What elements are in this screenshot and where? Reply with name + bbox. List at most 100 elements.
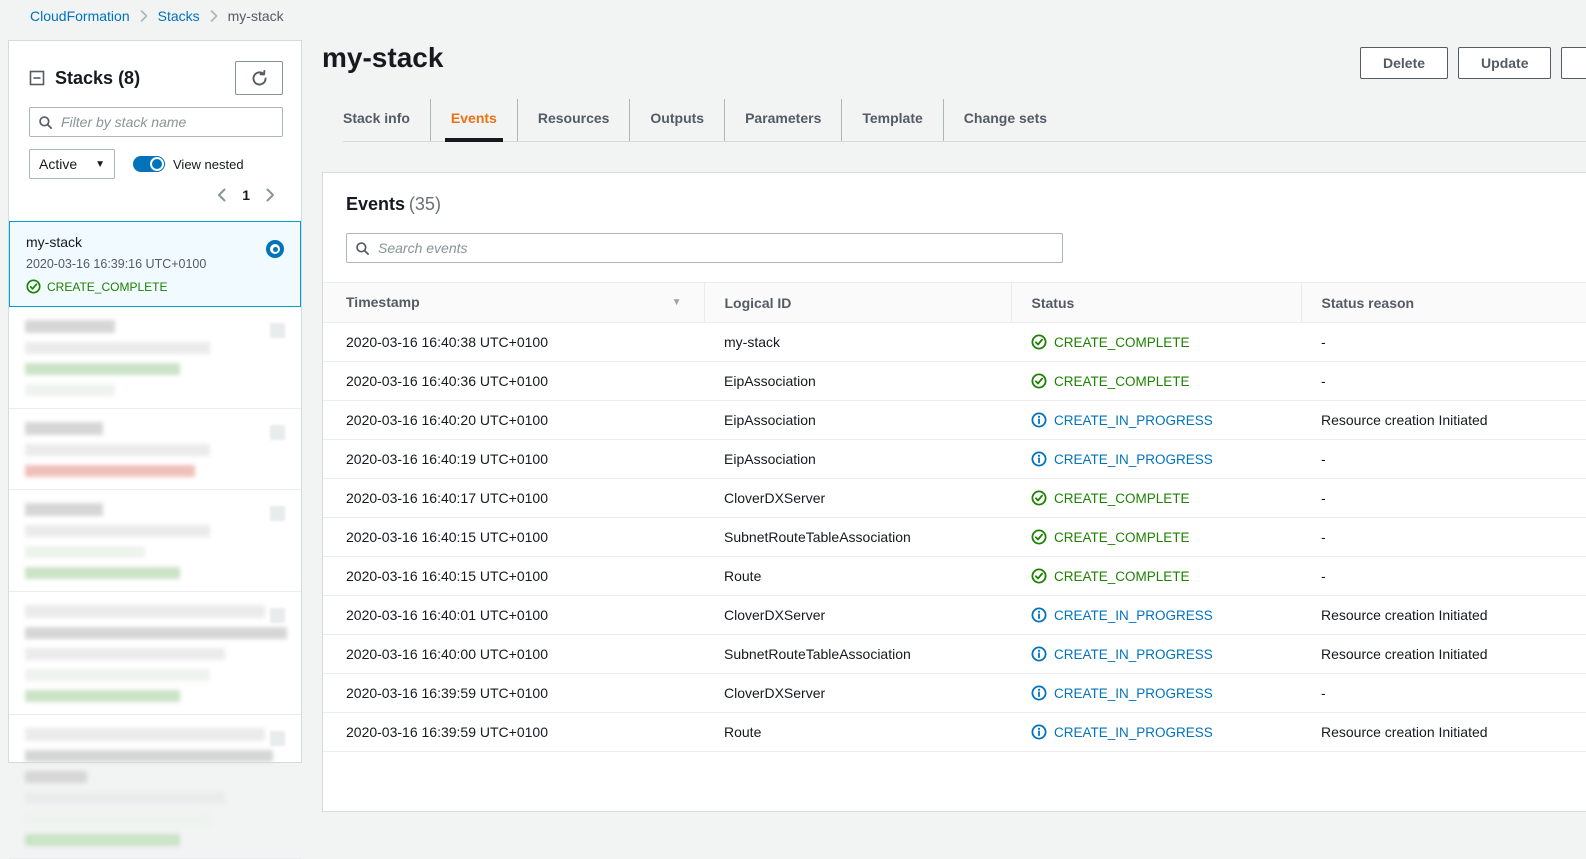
redacted-text-bar [25,690,180,702]
stacks-sidebar: Stacks (8) Active ▼ View nested 1 my-st [8,40,302,859]
stack-list-item-redacted[interactable] [9,409,301,490]
stack-list-item-my-stack[interactable]: my-stack 2020-03-16 16:39:16 UTC+0100 CR… [9,221,301,307]
page-title: my-stack [322,42,444,73]
redacted-text-bar [25,444,210,456]
toggle-knob [150,157,164,171]
redacted-stack-list [9,307,301,859]
event-status: CREATE_COMPLETE [1011,322,1301,362]
redacted-text-bar [25,422,103,435]
selected-radio[interactable] [266,240,284,258]
breadcrumb-item-cloudformation[interactable]: CloudFormation [30,8,130,24]
event-status-reason: - [1301,322,1586,362]
breadcrumb-item-stacks[interactable]: Stacks [158,8,200,24]
info-circle-icon [1031,685,1047,701]
redacted-text-bar [25,605,265,618]
page-number[interactable]: 1 [242,187,250,203]
delete-button[interactable]: Delete [1360,47,1449,79]
event-status-reason: - [1301,361,1586,401]
redacted-text-bar [25,567,180,579]
event-timestamp: 2020-03-16 16:40:36 UTC+0100 [323,361,704,401]
view-nested-toggle[interactable] [133,156,165,172]
redacted-text-bar [25,465,195,477]
collapse-icon[interactable] [29,70,45,86]
redacted-text-bar [25,525,210,537]
events-table-header-row: Timestamp ▼ Logical ID Status Status reason [323,282,1586,323]
stack-list-item-redacted[interactable] [9,715,301,859]
event-status-label: CREATE_IN_PROGRESS [1054,724,1213,740]
event-status-label: CREATE_IN_PROGRESS [1054,685,1213,701]
event-status-reason: - [1301,439,1586,479]
stack-filter-field [29,107,283,137]
event-timestamp: 2020-03-16 16:40:15 UTC+0100 [323,517,704,557]
stack-created-timestamp: 2020-03-16 16:39:16 UTC+0100 [26,257,207,271]
info-circle-icon [1031,646,1047,662]
event-status: CREATE_COMPLETE [1011,556,1301,596]
stack-filter-input[interactable] [61,114,274,130]
redacted-text-bar [25,669,210,681]
redacted-text-bar [25,648,225,660]
redacted-text-bar [25,813,210,825]
sort-descending-icon[interactable]: ▼ [672,294,682,312]
info-circle-icon [1031,412,1047,428]
next-page-icon[interactable] [266,188,275,202]
unselected-radio[interactable] [270,506,285,521]
update-button[interactable]: Update [1458,47,1552,79]
event-row: 2020-03-16 16:40:36 UTC+0100 EipAssociati… [323,361,1586,401]
tab-template[interactable]: Template [841,99,942,141]
stack-status: CREATE_COMPLETE [26,279,284,294]
sidebar-pagination: 1 [9,179,301,205]
event-timestamp: 2020-03-16 16:40:01 UTC+0100 [323,595,704,635]
breadcrumb: CloudFormation Stacks my-stack [30,8,284,24]
column-header-logical-id[interactable]: Logical ID [703,282,1011,323]
check-circle-icon [1031,334,1047,350]
event-status-label: CREATE_IN_PROGRESS [1054,607,1213,623]
event-row: 2020-03-16 16:40:38 UTC+0100 my-stack CREA… [323,322,1586,362]
unselected-radio[interactable] [270,323,285,338]
tab-stack-info[interactable]: Stack info [343,99,430,141]
unselected-radio[interactable] [270,425,285,440]
redacted-text-bar [25,834,180,846]
redacted-text-bar [25,771,87,783]
events-title: Events [346,194,406,214]
event-status-reason: - [1301,517,1586,557]
event-status-label: CREATE_IN_PROGRESS [1054,451,1213,467]
stack-list-item-redacted[interactable] [9,307,301,409]
event-logical-id: my-stack [704,322,1011,362]
stack-list-item-redacted[interactable] [9,592,301,715]
event-logical-id: CloverDXServer [704,673,1011,713]
event-timestamp: 2020-03-16 16:39:59 UTC+0100 [323,673,704,713]
stack-status-select[interactable]: Active ▼ [29,149,115,179]
refresh-button[interactable] [235,61,283,95]
refresh-icon [251,69,268,87]
event-timestamp: 2020-03-16 16:40:00 UTC+0100 [323,634,704,674]
unselected-radio[interactable] [270,608,285,623]
redacted-text-bar [25,342,210,354]
events-search-input[interactable] [378,240,1054,256]
event-status-label: CREATE_COMPLETE [1054,334,1190,350]
column-header-status-reason[interactable]: Status reason [1300,282,1586,323]
sidebar-title: Stacks (8) [55,67,141,88]
tab-parameters[interactable]: Parameters [724,99,841,141]
event-status: CREATE_IN_PROGRESS [1011,634,1301,674]
event-status-reason: Resource creation Initiated [1301,400,1586,440]
events-table: Timestamp ▼ Logical ID Status Status reason … [323,282,1586,752]
event-status: CREATE_IN_PROGRESS [1011,673,1301,713]
cut-off-button[interactable] [1561,47,1586,79]
redacted-text-bar [25,750,273,762]
check-circle-icon [26,279,41,294]
previous-page-icon[interactable] [217,188,226,202]
tab-outputs[interactable]: Outputs [629,99,724,141]
stack-list-item-redacted[interactable] [9,490,301,592]
column-header-timestamp[interactable]: Timestamp ▼ [323,282,704,323]
tabs: Stack info Events Resources Outputs Paramete… [343,99,1586,142]
tab-resources[interactable]: Resources [516,99,630,141]
event-logical-id: SubnetRouteTableAssociation [704,634,1011,674]
breadcrumb-separator-icon [210,10,218,22]
tab-change-sets[interactable]: Change sets [942,99,1067,141]
sidebar-controls: Active ▼ View nested [29,149,283,179]
breadcrumb-item-my-stack: my-stack [227,8,284,24]
tab-events[interactable]: Events [429,99,517,142]
unselected-radio[interactable] [270,731,285,746]
event-status-reason: - [1301,478,1586,518]
column-header-status[interactable]: Status [1010,282,1301,323]
